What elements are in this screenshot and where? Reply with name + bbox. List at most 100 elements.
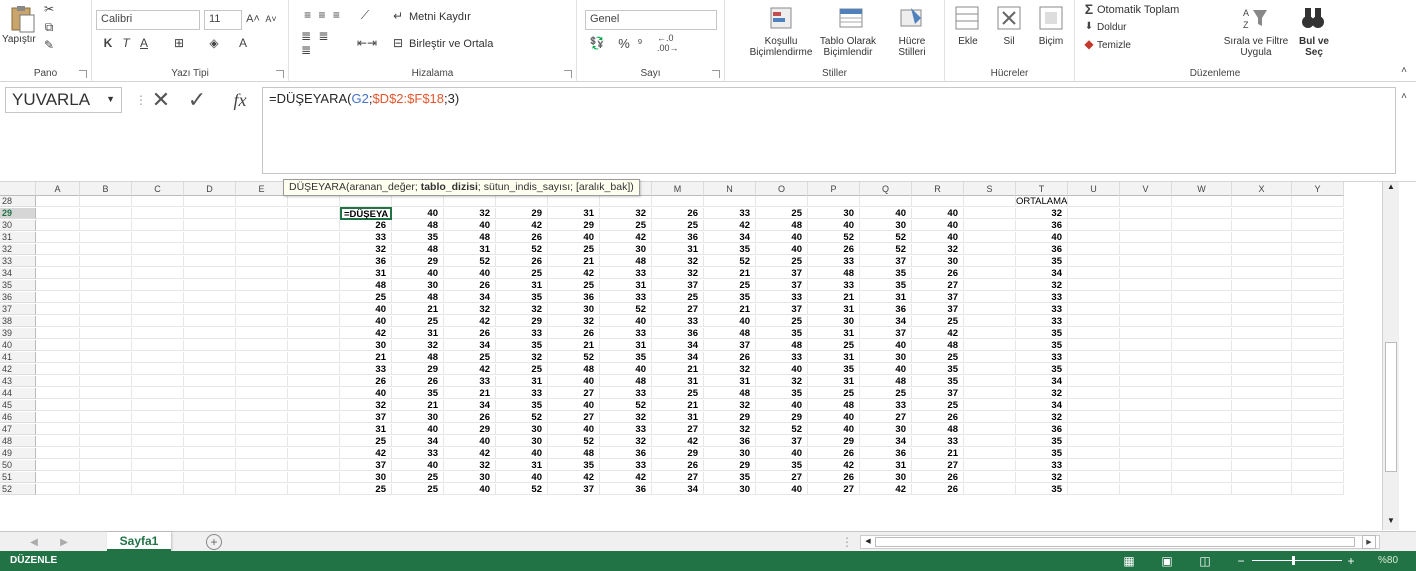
- cell[interactable]: [236, 280, 288, 291]
- cell[interactable]: [1068, 376, 1120, 387]
- cell[interactable]: [1172, 484, 1232, 495]
- cell-h40[interactable]: 32: [392, 340, 444, 351]
- cell[interactable]: [36, 316, 80, 327]
- cell[interactable]: [1172, 388, 1232, 399]
- cell[interactable]: [36, 244, 80, 255]
- cell[interactable]: [1172, 220, 1232, 231]
- cell[interactable]: [964, 484, 1016, 495]
- cell-j46[interactable]: 52: [496, 412, 548, 423]
- cell[interactable]: [184, 328, 236, 339]
- cell-i48[interactable]: 40: [444, 436, 496, 447]
- cell-k28[interactable]: [548, 196, 600, 207]
- cell-q43[interactable]: 48: [860, 376, 912, 387]
- cell[interactable]: [184, 220, 236, 231]
- cell-n48[interactable]: 36: [704, 436, 756, 447]
- cell-o43[interactable]: 32: [756, 376, 808, 387]
- scroll-down-icon[interactable]: ▼: [1384, 516, 1398, 530]
- add-sheet-icon[interactable]: +: [206, 534, 222, 550]
- cell[interactable]: [964, 304, 1016, 315]
- cell-r50[interactable]: 27: [912, 460, 964, 471]
- cell[interactable]: [1292, 412, 1344, 423]
- cell-m52[interactable]: 34: [652, 484, 704, 495]
- cell-q46[interactable]: 27: [860, 412, 912, 423]
- cell[interactable]: [80, 208, 132, 219]
- zoom-slider[interactable]: [1252, 556, 1342, 565]
- cell[interactable]: [1068, 340, 1120, 351]
- cell[interactable]: [1120, 316, 1172, 327]
- cell-o37[interactable]: 37: [756, 304, 808, 315]
- cell-o41[interactable]: 33: [756, 352, 808, 363]
- cell[interactable]: [132, 316, 184, 327]
- name-box[interactable]: YUVARLA ▼: [5, 87, 122, 113]
- cell[interactable]: [1172, 436, 1232, 447]
- cell[interactable]: [236, 208, 288, 219]
- scroll-left-icon[interactable]: ◀: [862, 537, 874, 547]
- cell-r37[interactable]: 37: [912, 304, 964, 315]
- cell-p37[interactable]: 31: [808, 304, 860, 315]
- fill-icon[interactable]: ⬇: [1083, 20, 1095, 32]
- cell-r44[interactable]: 37: [912, 388, 964, 399]
- horizontal-scroll-thumb[interactable]: [875, 537, 1355, 547]
- cell-l52[interactable]: 36: [600, 484, 652, 495]
- cell-n38[interactable]: 40: [704, 316, 756, 327]
- cell-k49[interactable]: 48: [548, 448, 600, 459]
- cell-h38[interactable]: 25: [392, 316, 444, 327]
- cell-h41[interactable]: 48: [392, 352, 444, 363]
- column-header-w[interactable]: W: [1172, 182, 1232, 196]
- cell[interactable]: [288, 448, 340, 459]
- cell-l49[interactable]: 36: [600, 448, 652, 459]
- cell[interactable]: [36, 376, 80, 387]
- currency-icon[interactable]: 💱: [587, 36, 607, 50]
- cell[interactable]: [964, 328, 1016, 339]
- cell-k50[interactable]: 35: [548, 460, 600, 471]
- cell[interactable]: [964, 448, 1016, 459]
- cell-p43[interactable]: 31: [808, 376, 860, 387]
- cell[interactable]: [184, 292, 236, 303]
- cell-r36[interactable]: 37: [912, 292, 964, 303]
- cell[interactable]: [132, 388, 184, 399]
- cell-p38[interactable]: 30: [808, 316, 860, 327]
- cell[interactable]: [236, 388, 288, 399]
- cell[interactable]: [964, 412, 1016, 423]
- cell[interactable]: [288, 484, 340, 495]
- cell-t48[interactable]: 35: [1016, 436, 1068, 447]
- sort-filter-button[interactable]: Sırala ve Filtre Uygula: [1221, 36, 1291, 58]
- cell-h45[interactable]: 21: [392, 400, 444, 411]
- cell-q39[interactable]: 37: [860, 328, 912, 339]
- cell[interactable]: [184, 268, 236, 279]
- cell[interactable]: [36, 256, 80, 267]
- cell[interactable]: [1292, 304, 1344, 315]
- number-launcher-icon[interactable]: [712, 70, 720, 78]
- cell-l51[interactable]: 42: [600, 472, 652, 483]
- cell[interactable]: [1292, 364, 1344, 375]
- column-header-p[interactable]: P: [808, 182, 860, 196]
- cell[interactable]: [1172, 280, 1232, 291]
- cell-k34[interactable]: 42: [548, 268, 600, 279]
- horizontal-align-icons[interactable]: ≣ ≣ ≣: [301, 29, 345, 57]
- cell[interactable]: [1292, 460, 1344, 471]
- cell[interactable]: [1232, 484, 1292, 495]
- cell[interactable]: [288, 316, 340, 327]
- cell-o33[interactable]: 25: [756, 256, 808, 267]
- cell-g51[interactable]: 30: [340, 472, 392, 483]
- cell[interactable]: [1172, 328, 1232, 339]
- cell-m33[interactable]: 32: [652, 256, 704, 267]
- cell-l38[interactable]: 40: [600, 316, 652, 327]
- cell[interactable]: [236, 340, 288, 351]
- cell[interactable]: [36, 208, 80, 219]
- cell[interactable]: [132, 268, 184, 279]
- clipboard-launcher-icon[interactable]: [79, 70, 87, 78]
- cell-r29[interactable]: 40: [912, 208, 964, 219]
- cell[interactable]: [236, 424, 288, 435]
- cell[interactable]: [236, 412, 288, 423]
- vertical-scroll-thumb[interactable]: [1385, 342, 1397, 472]
- column-header-q[interactable]: Q: [860, 182, 912, 196]
- cell[interactable]: [1172, 352, 1232, 363]
- scroll-up-icon[interactable]: ▲: [1384, 182, 1398, 196]
- cell-i43[interactable]: 33: [444, 376, 496, 387]
- orientation-icon[interactable]: ⟋: [355, 8, 375, 22]
- cell[interactable]: [132, 232, 184, 243]
- cell-p46[interactable]: 40: [808, 412, 860, 423]
- cell[interactable]: [132, 256, 184, 267]
- cell[interactable]: [964, 388, 1016, 399]
